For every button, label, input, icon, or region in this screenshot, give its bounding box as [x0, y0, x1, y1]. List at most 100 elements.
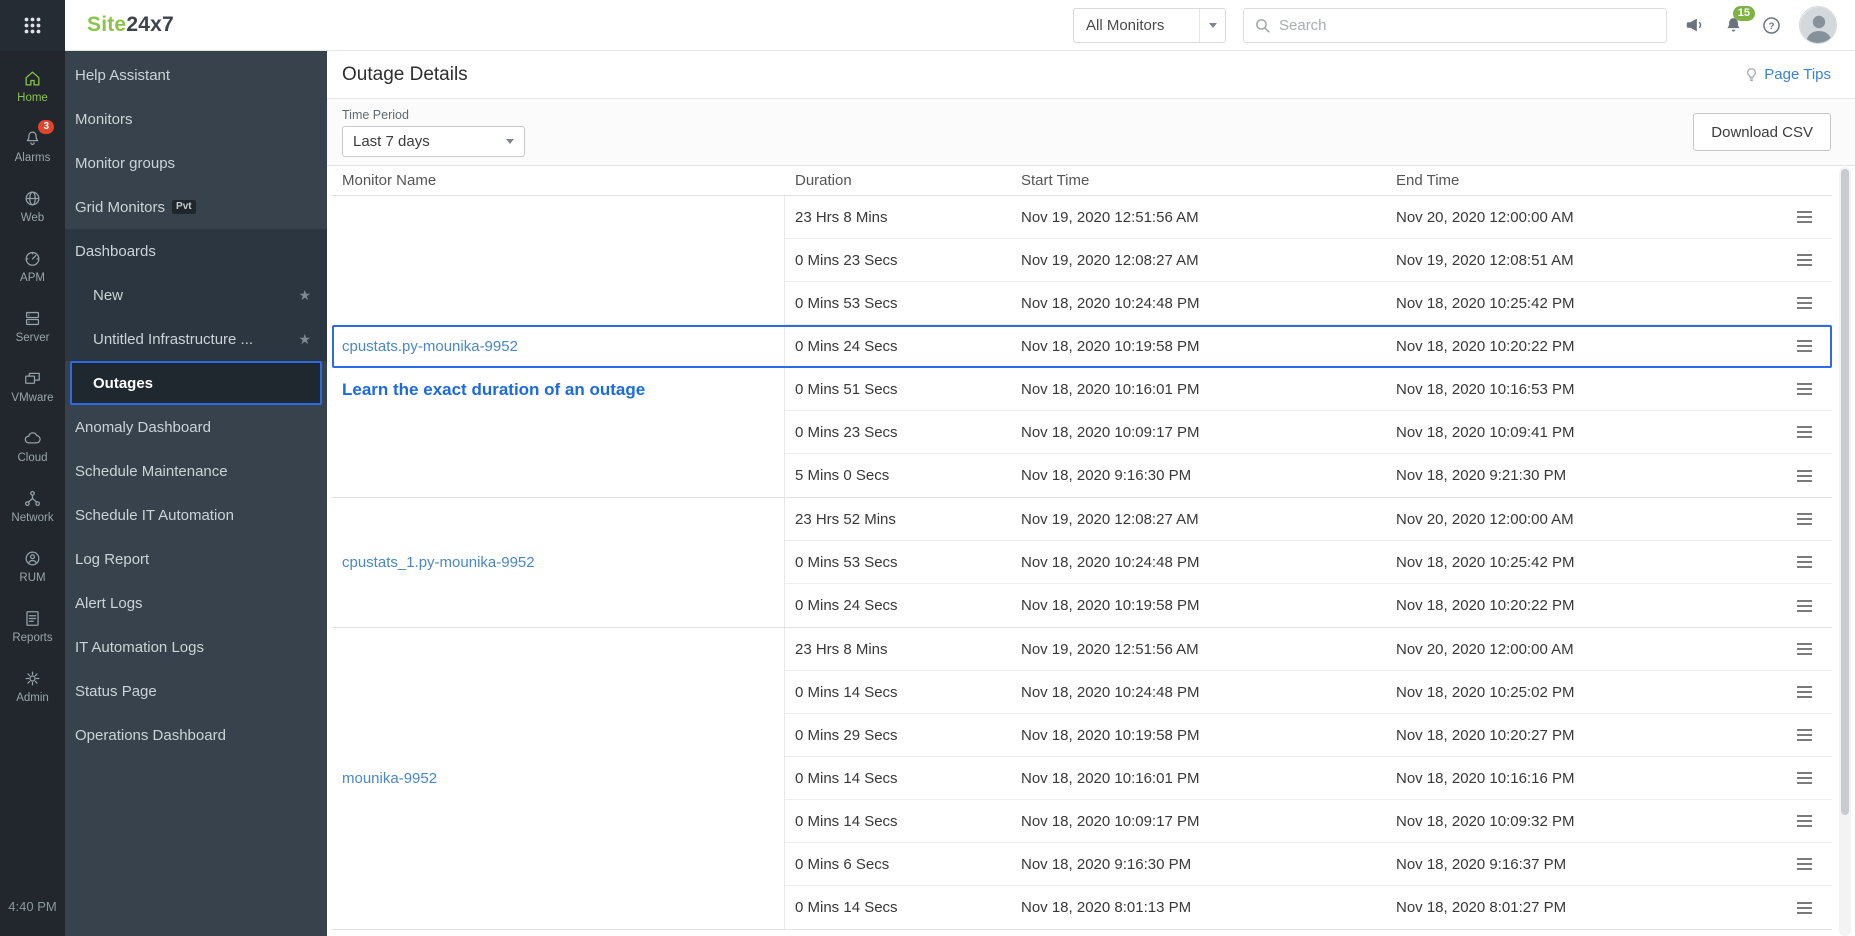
- monitor-filter-dropdown[interactable]: All Monitors: [1073, 7, 1226, 43]
- duration-cell: 0 Mins 53 Secs: [795, 553, 898, 571]
- start-time-cell: Nov 18, 2020 10:09:17 PM: [1021, 812, 1200, 830]
- sidebar-item-grid-monitors[interactable]: Grid Monitors Pvt: [65, 185, 327, 229]
- monitor-link[interactable]: mounika-9952: [342, 770, 437, 787]
- column-header-duration: Duration: [795, 172, 852, 189]
- app-launcher-button[interactable]: [0, 0, 65, 51]
- outage-row: 0 Mins 24 Secs Nov 18, 2020 10:19:58 PM No…: [785, 584, 1832, 627]
- sidebar-item-label: IT Automation Logs: [75, 638, 204, 656]
- sidebar-item-dashboards[interactable]: Dashboards: [65, 229, 327, 273]
- start-time-cell: Nov 18, 2020 10:19:58 PM: [1021, 726, 1200, 744]
- megaphone-icon[interactable]: [1684, 14, 1706, 36]
- outage-row: 0 Mins 24 Secs Nov 18, 2020 10:19:58 PM No…: [785, 325, 1832, 368]
- monitor-link[interactable]: cpustats_1.py-mounika-9952: [342, 554, 535, 571]
- duration-cell: 0 Mins 14 Secs: [795, 899, 898, 916]
- sidebar-item-it-automation-logs[interactable]: IT Automation Logs: [65, 625, 327, 669]
- sidebar-item-schedule-maintenance[interactable]: Schedule Maintenance: [65, 449, 327, 493]
- rail-item-label: Cloud: [17, 451, 48, 464]
- rail-item-admin[interactable]: Admin: [0, 656, 65, 716]
- row-menu-cell: [1761, 683, 1832, 701]
- end-time-cell: Nov 18, 2020 8:01:27 PM: [1396, 899, 1567, 916]
- time-period-dropdown[interactable]: Last 7 days: [342, 125, 525, 157]
- monitor-link[interactable]: cpustats.py-mounika-9952: [342, 338, 518, 355]
- end-time-cell: Nov 18, 2020 10:09:32 PM: [1396, 812, 1575, 830]
- row-menu-button[interactable]: [1797, 467, 1812, 485]
- row-menu-button[interactable]: [1797, 208, 1812, 226]
- row-menu-button[interactable]: [1797, 899, 1812, 917]
- favorite-star-icon[interactable]: ★: [298, 287, 311, 304]
- sidebar-item-monitors[interactable]: Monitors: [65, 97, 327, 141]
- start-time-cell: Nov 18, 2020 9:16:30 PM: [1021, 855, 1192, 873]
- outage-table-body: cpustats.py-mounika-9952 23 Hrs 8 Mins Nov…: [332, 196, 1832, 930]
- rail-item-rum[interactable]: RUM: [0, 536, 65, 596]
- start-time-cell: Nov 19, 2020 12:51:56 AM: [1021, 640, 1199, 658]
- body-row: Home 3 Alarms Web APM Server VMware Cloud Networ…: [0, 51, 1855, 936]
- row-menu-button[interactable]: [1797, 510, 1812, 528]
- download-csv-button[interactable]: Download CSV: [1693, 113, 1831, 151]
- row-menu-button[interactable]: [1797, 683, 1812, 701]
- row-menu-button[interactable]: [1797, 337, 1812, 355]
- scrollbar-thumb[interactable]: [1841, 169, 1849, 815]
- sidebar-item-outages[interactable]: Outages: [70, 361, 322, 405]
- row-menu-cell: [1761, 553, 1832, 571]
- rail-item-server[interactable]: Server: [0, 296, 65, 356]
- rail-item-apm[interactable]: APM: [0, 236, 65, 296]
- rail-item-vmware[interactable]: VMware: [0, 356, 65, 416]
- end-time-cell: Nov 20, 2020 12:00:00 AM: [1396, 640, 1574, 658]
- rail-item-cloud[interactable]: Cloud: [0, 416, 65, 476]
- current-time: 4:40 PM: [8, 899, 57, 914]
- sidebar-item-status-page[interactable]: Status Page: [65, 669, 327, 713]
- duration-cell: 5 Mins 0 Secs: [795, 467, 890, 484]
- row-menu-button[interactable]: [1797, 423, 1812, 441]
- row-menu-button[interactable]: [1797, 769, 1812, 787]
- row-menu-button[interactable]: [1797, 812, 1812, 830]
- outage-row: 0 Mins 29 Secs Nov 18, 2020 10:19:58 PM No…: [785, 714, 1832, 757]
- rail-item-web[interactable]: Web: [0, 176, 65, 236]
- outage-row: 0 Mins 14 Secs Nov 18, 2020 10:09:17 PM No…: [785, 800, 1832, 843]
- start-time-cell: Nov 18, 2020 9:16:30 PM: [1021, 467, 1192, 484]
- outage-row: 0 Mins 51 Secs Nov 18, 2020 10:16:01 PM No…: [785, 368, 1832, 411]
- sidebar-item-label: Help Assistant: [75, 66, 171, 84]
- duration-cell: 0 Mins 6 Secs: [795, 855, 890, 873]
- row-menu-button[interactable]: [1797, 597, 1812, 615]
- row-menu-button[interactable]: [1797, 553, 1812, 571]
- help-icon[interactable]: ?: [1761, 15, 1782, 36]
- lightbulb-icon: [1744, 67, 1759, 82]
- row-menu-cell: [1761, 423, 1832, 441]
- row-menu-button[interactable]: [1797, 251, 1812, 269]
- sidebar-item-new[interactable]: New ★: [65, 273, 327, 317]
- row-menu-cell: [1761, 726, 1832, 744]
- page-tips-link[interactable]: Page Tips: [1744, 66, 1831, 83]
- row-menu-cell: [1761, 899, 1832, 917]
- sidebar-item-monitor-groups[interactable]: Monitor groups: [65, 141, 327, 185]
- row-menu-button[interactable]: [1797, 726, 1812, 744]
- sidebar-item-log-report[interactable]: Log Report: [65, 537, 327, 581]
- page-title: Outage Details: [342, 63, 468, 85]
- favorite-star-icon[interactable]: ★: [298, 331, 311, 348]
- sidebar-item-untitled-infrastructure[interactable]: Untitled Infrastructure ... ★: [65, 317, 327, 361]
- search-input[interactable]: [1279, 16, 1666, 34]
- row-menu-button[interactable]: [1797, 640, 1812, 658]
- rail-item-network[interactable]: Network: [0, 476, 65, 536]
- row-menu-button[interactable]: [1797, 380, 1812, 398]
- private-badge: Pvt: [172, 200, 196, 214]
- rail-item-reports[interactable]: Reports: [0, 596, 65, 656]
- user-avatar[interactable]: [1799, 6, 1837, 44]
- rail-item-alarms[interactable]: 3 Alarms: [0, 116, 65, 176]
- notifications-button[interactable]: 15: [1723, 5, 1755, 36]
- rail-item-label: Server: [15, 331, 50, 344]
- network-icon: [23, 489, 42, 508]
- sidebar-item-help-assistant[interactable]: Help Assistant: [65, 53, 327, 97]
- sidebar-item-operations-dashboard[interactable]: Operations Dashboard: [65, 713, 327, 757]
- rail-item-label: Home: [17, 91, 48, 104]
- sidebar-item-label: Schedule IT Automation: [75, 506, 234, 524]
- row-menu-button[interactable]: [1797, 294, 1812, 312]
- sidebar-item-schedule-it-automation[interactable]: Schedule IT Automation: [65, 493, 327, 537]
- scrollbar[interactable]: [1839, 167, 1851, 936]
- outage-rows: 23 Hrs 52 Mins Nov 19, 2020 12:08:27 AM No…: [785, 498, 1832, 627]
- outage-row: 0 Mins 53 Secs Nov 18, 2020 10:24:48 PM No…: [785, 282, 1832, 325]
- outage-row: 0 Mins 23 Secs Nov 19, 2020 12:08:27 AM No…: [785, 239, 1832, 282]
- sidebar-item-anomaly-dashboard[interactable]: Anomaly Dashboard: [65, 405, 327, 449]
- rail-item-home[interactable]: Home: [0, 56, 65, 116]
- sidebar-item-alert-logs[interactable]: Alert Logs: [65, 581, 327, 625]
- row-menu-button[interactable]: [1797, 855, 1812, 873]
